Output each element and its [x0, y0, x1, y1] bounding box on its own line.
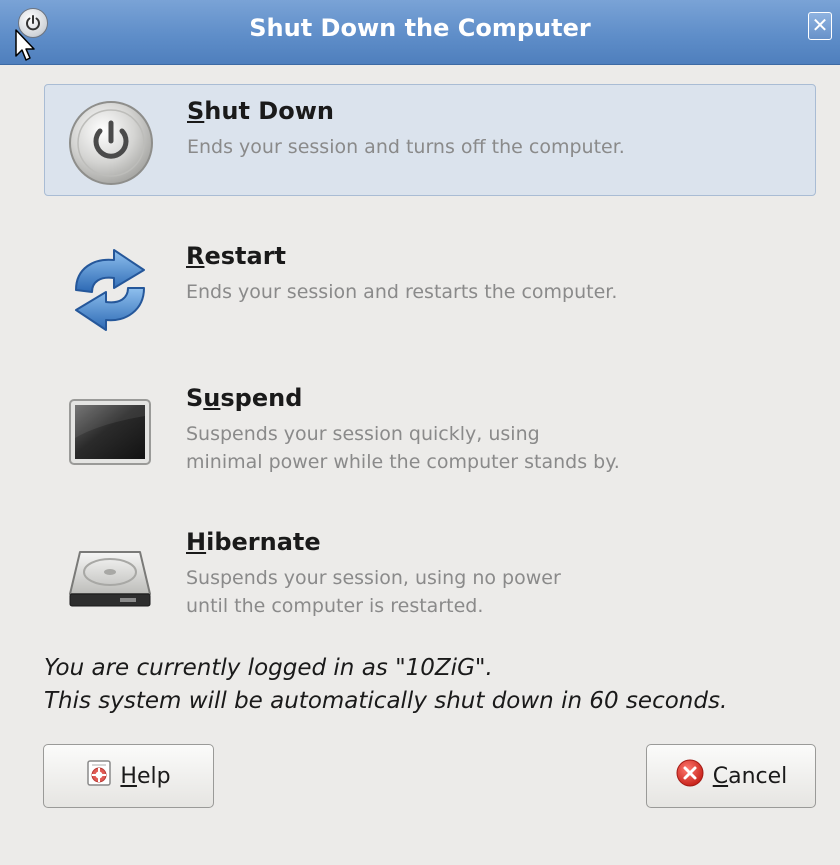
option-description: Suspends your session, using no power un…	[186, 567, 561, 617]
countdown-text: This system will be automatically shut d…	[44, 688, 728, 714]
option-label: Suspend	[186, 384, 303, 412]
cancel-icon	[675, 758, 705, 794]
cancel-button[interactable]: Cancel	[646, 744, 816, 808]
logged-in-text: You are currently logged in as "10ZiG".	[44, 655, 493, 681]
option-description: Suspends your session quickly, using min…	[186, 423, 620, 473]
option-label: Restart	[186, 242, 287, 270]
help-button[interactable]: Help	[43, 744, 214, 808]
session-status: You are currently logged in as "10ZiG". …	[44, 652, 727, 718]
option-label: Shut Down	[187, 97, 334, 125]
close-icon: ✕	[811, 13, 829, 37]
window-title: Shut Down the Computer	[249, 14, 591, 42]
mouse-cursor-icon	[15, 29, 35, 61]
option-restart[interactable]: Restart Ends your session and restarts t…	[44, 230, 816, 342]
option-label: Hibernate	[186, 528, 321, 556]
option-shut-down[interactable]: Shut Down Ends your session and turns of…	[44, 84, 816, 196]
monitor-icon	[66, 386, 154, 474]
restart-icon	[66, 244, 154, 332]
help-label: Help	[120, 763, 171, 789]
cancel-label: Cancel	[712, 763, 788, 789]
hard-drive-icon	[66, 530, 154, 618]
title-bar[interactable]: Shut Down the Computer ✕	[0, 0, 840, 65]
option-description: Ends your session and turns off the comp…	[187, 136, 625, 158]
close-button[interactable]: ✕	[808, 12, 832, 40]
option-hibernate[interactable]: Hibernate Suspends your session, using n…	[44, 516, 816, 628]
help-icon	[86, 759, 112, 793]
power-icon	[67, 99, 155, 187]
option-suspend[interactable]: Suspend Suspends your session quickly, u…	[44, 372, 816, 484]
option-description: Ends your session and restarts the compu…	[186, 281, 618, 303]
